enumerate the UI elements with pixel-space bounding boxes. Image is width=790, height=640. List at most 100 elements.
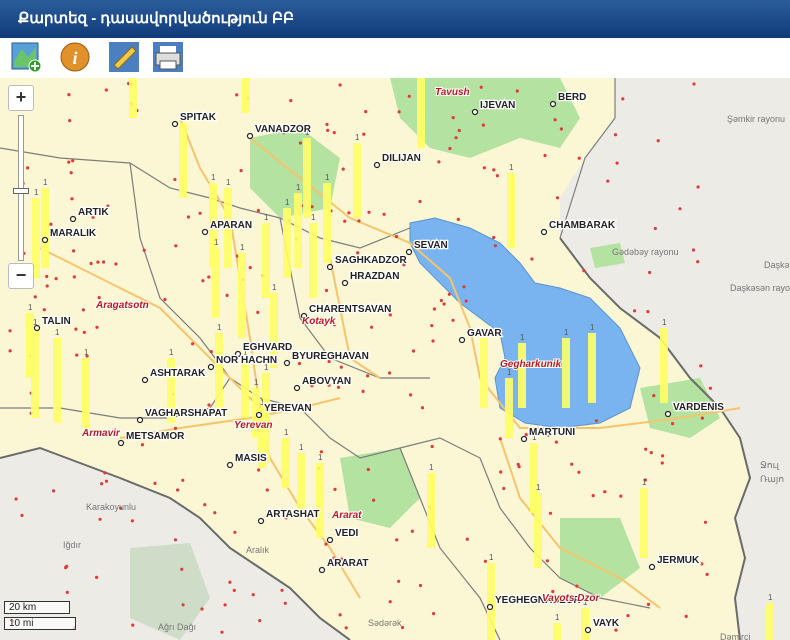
map-point bbox=[233, 530, 237, 534]
city-marker[interactable] bbox=[141, 376, 149, 384]
data-bar[interactable] bbox=[31, 328, 39, 418]
city-marker[interactable] bbox=[486, 603, 494, 611]
measure-button[interactable] bbox=[108, 41, 140, 73]
data-bar[interactable] bbox=[562, 338, 570, 408]
data-bar[interactable] bbox=[581, 608, 589, 640]
map-point bbox=[492, 235, 496, 240]
city-marker[interactable] bbox=[520, 435, 528, 443]
add-map-button[interactable] bbox=[10, 41, 42, 73]
data-bar[interactable] bbox=[505, 378, 513, 438]
city-marker[interactable] bbox=[226, 461, 234, 469]
city-marker[interactable] bbox=[69, 215, 77, 223]
map-add-icon bbox=[11, 42, 42, 73]
city-label: SAGHKADZOR bbox=[335, 255, 407, 266]
zoom-slider-handle[interactable] bbox=[13, 188, 29, 194]
city-marker[interactable] bbox=[246, 132, 254, 140]
data-bar[interactable] bbox=[294, 193, 302, 268]
city-marker[interactable] bbox=[648, 563, 656, 571]
title-bar: Քարտեզ - դասավորվածություն ԲԲ bbox=[0, 0, 790, 38]
city-marker[interactable] bbox=[283, 359, 291, 367]
city-marker[interactable] bbox=[201, 228, 209, 236]
data-bar[interactable] bbox=[215, 333, 223, 408]
bar-count-label: 1 bbox=[299, 443, 304, 452]
zoom-in-button[interactable]: + bbox=[8, 85, 34, 111]
city-marker[interactable] bbox=[41, 236, 49, 244]
city-marker[interactable] bbox=[33, 324, 41, 332]
city-marker[interactable] bbox=[664, 410, 672, 418]
data-bar[interactable] bbox=[242, 78, 250, 113]
data-bar[interactable] bbox=[487, 563, 495, 640]
city-marker[interactable] bbox=[255, 411, 263, 419]
data-bar[interactable] bbox=[212, 248, 220, 318]
info-button[interactable]: i bbox=[59, 41, 91, 73]
data-bar[interactable] bbox=[417, 78, 425, 148]
map-point bbox=[367, 210, 371, 214]
data-bar[interactable] bbox=[82, 358, 90, 428]
data-bar[interactable] bbox=[353, 143, 361, 218]
data-bar[interactable] bbox=[303, 138, 311, 218]
map-point bbox=[176, 488, 180, 492]
data-bar[interactable] bbox=[766, 603, 774, 640]
map-point bbox=[382, 212, 386, 216]
data-bar[interactable] bbox=[588, 333, 596, 403]
print-button[interactable] bbox=[152, 41, 184, 73]
data-bar[interactable] bbox=[41, 188, 49, 268]
scale-mi: 10 mi bbox=[4, 617, 76, 630]
map-point bbox=[67, 93, 71, 97]
data-bar[interactable] bbox=[309, 223, 317, 298]
data-bar[interactable] bbox=[660, 328, 668, 403]
data-bar[interactable] bbox=[316, 463, 324, 538]
city-marker[interactable] bbox=[318, 566, 326, 574]
city-marker[interactable] bbox=[326, 536, 334, 544]
map-point bbox=[52, 489, 56, 493]
data-bar[interactable] bbox=[283, 208, 291, 278]
city-marker[interactable] bbox=[207, 363, 215, 371]
map-canvas[interactable]: 1111111111111111111111111111111111111111… bbox=[0, 78, 790, 640]
map-point bbox=[442, 302, 446, 306]
zoom-out-button[interactable]: − bbox=[8, 263, 34, 289]
map-point bbox=[104, 88, 108, 92]
data-bar[interactable] bbox=[640, 488, 648, 558]
city-marker[interactable] bbox=[293, 384, 301, 392]
city-marker[interactable] bbox=[257, 517, 265, 525]
city-marker[interactable] bbox=[458, 336, 466, 344]
map-point bbox=[648, 270, 652, 275]
data-bar[interactable] bbox=[129, 78, 137, 118]
city-marker[interactable] bbox=[117, 439, 125, 447]
city-marker[interactable] bbox=[540, 228, 548, 236]
city-marker[interactable] bbox=[584, 626, 592, 634]
city-marker[interactable] bbox=[136, 416, 144, 424]
data-bar[interactable] bbox=[480, 338, 488, 408]
city-marker[interactable] bbox=[373, 161, 381, 169]
map-point bbox=[207, 275, 211, 279]
city-marker[interactable] bbox=[471, 108, 479, 116]
city-marker[interactable] bbox=[341, 279, 349, 287]
city-marker[interactable] bbox=[405, 248, 413, 256]
map-point bbox=[483, 559, 487, 563]
data-bar[interactable] bbox=[427, 473, 435, 548]
data-bar[interactable] bbox=[262, 223, 270, 298]
data-bar[interactable] bbox=[518, 343, 526, 408]
data-bar[interactable] bbox=[282, 438, 290, 488]
svg-text:i: i bbox=[72, 48, 77, 68]
city-marker[interactable] bbox=[171, 120, 179, 128]
bar-count-label: 1 bbox=[28, 303, 33, 312]
city-marker[interactable] bbox=[326, 263, 334, 271]
data-bar[interactable] bbox=[53, 338, 61, 423]
data-bar[interactable] bbox=[241, 358, 249, 418]
map-point bbox=[198, 211, 202, 215]
data-bar[interactable] bbox=[238, 253, 246, 338]
data-bar[interactable] bbox=[507, 173, 515, 248]
bar-count-label: 1 bbox=[284, 428, 289, 437]
data-bar[interactable] bbox=[179, 123, 187, 198]
region-label: Armavir bbox=[81, 428, 121, 439]
map-point bbox=[652, 394, 656, 398]
data-bar[interactable] bbox=[534, 493, 542, 568]
city-marker[interactable] bbox=[549, 100, 557, 108]
bar-count-label: 1 bbox=[55, 328, 60, 337]
data-bar[interactable] bbox=[323, 183, 331, 263]
data-bar[interactable] bbox=[553, 623, 561, 640]
map-point bbox=[95, 575, 99, 579]
map-point bbox=[660, 461, 664, 465]
map-point bbox=[656, 139, 660, 143]
